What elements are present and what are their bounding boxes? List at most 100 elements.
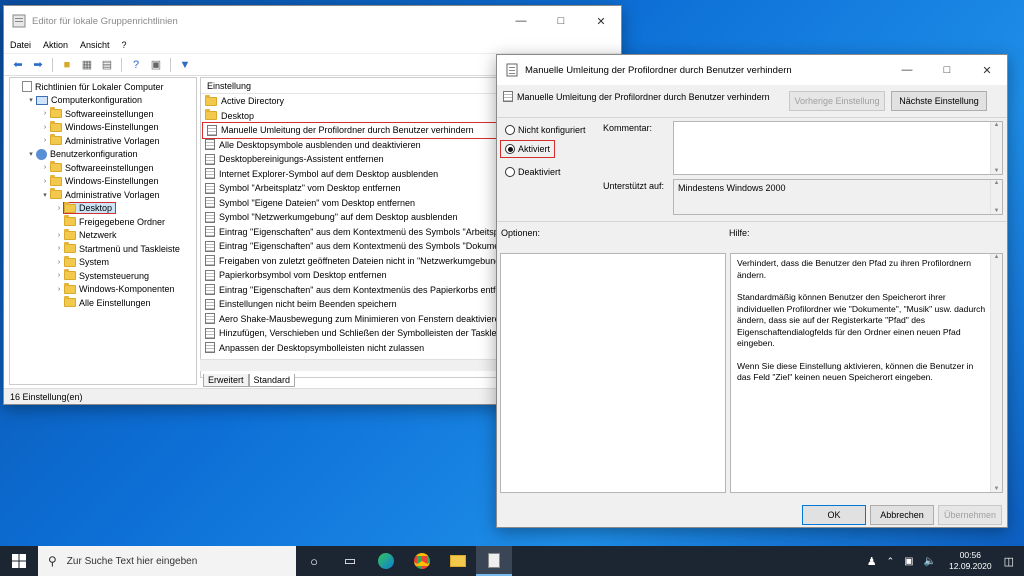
previous-setting-button[interactable]: Vorherige Einstellung [789, 91, 885, 111]
help-icon[interactable]: ? [128, 57, 144, 73]
chevron-right-icon[interactable]: › [40, 124, 50, 131]
tree-node[interactable]: › Softwareeinstellungen [10, 107, 196, 121]
properties-icon[interactable]: ▣ [148, 57, 164, 73]
setting-row[interactable]: Aero Shake-Mausbewegung zum Minimieren v… [201, 312, 499, 327]
next-setting-button[interactable]: Nächste Einstellung [891, 91, 987, 111]
chevron-up-icon[interactable]: ⌃ [887, 556, 895, 567]
gpedit-titlebar[interactable]: Editor für lokale Gruppenrichtlinien — □… [4, 6, 621, 36]
tree-node[interactable]: Richtlinien für Lokaler Computer [10, 80, 196, 94]
radio-disabled[interactable]: Deaktiviert [505, 167, 561, 177]
setting-row[interactable]: Desktopbereinigungs-Assistent entfernen [201, 152, 499, 167]
back-arrow-icon[interactable]: ⬅ [10, 57, 26, 73]
comment-textarea[interactable]: ▲ ▼ [673, 121, 1003, 175]
network-icon[interactable]: ▣ [904, 556, 913, 567]
tab-standard[interactable]: Standard [248, 374, 296, 387]
close-button[interactable]: ✕ [581, 6, 621, 36]
help-scrollbar[interactable]: ▲ ▼ [990, 254, 1002, 492]
ok-button[interactable]: OK [802, 505, 866, 525]
cancel-button[interactable]: Abbrechen [870, 505, 934, 525]
up-folder-icon[interactable]: ■ [59, 57, 75, 73]
minimize-button[interactable]: — [501, 6, 541, 36]
tree-node[interactable]: › Softwareeinstellungen [10, 161, 196, 175]
menu-ansicht[interactable]: Ansicht [80, 40, 110, 50]
setting-row[interactable]: Eintrag "Eigenschaften" aus dem Kontextm… [201, 239, 499, 254]
chevron-right-icon[interactable]: › [54, 232, 64, 239]
tree-node[interactable]: › Administrative Vorlagen [10, 134, 196, 148]
setting-row[interactable]: Papierkorbsymbol vom Desktop entfernen [201, 268, 499, 283]
setting-row[interactable]: Einstellungen nicht beim Beenden speiche… [201, 297, 499, 312]
maximize-button[interactable]: □ [541, 6, 581, 36]
notification-icon[interactable]: ◫ [1004, 555, 1014, 568]
setting-row[interactable]: Eintrag "Eigenschaften" aus dem Kontextm… [201, 225, 499, 240]
tree-node[interactable]: › Systemsteuerung [10, 269, 196, 283]
tree-node[interactable]: › Windows-Komponenten [10, 282, 196, 297]
menu-datei[interactable]: Datei [10, 40, 31, 50]
setting-row[interactable]: Symbol "Arbeitsplatz" vom Desktop entfer… [201, 181, 499, 196]
minimize-button[interactable]: — [887, 55, 927, 85]
chevron-right-icon[interactable]: › [40, 178, 50, 185]
dialog-heading: Manuelle Umleitung der Profilordner durc… [517, 91, 770, 102]
setting-row[interactable]: Internet Explorer-Symbol auf dem Desktop… [201, 167, 499, 182]
tree-node[interactable]: › Netzwerk [10, 228, 196, 243]
gpedit-taskbar-icon[interactable] [476, 546, 512, 576]
tree-node[interactable]: Alle Einstellungen [10, 296, 196, 310]
taskbar-search[interactable]: ⚲ Zur Suche Text hier eingeben [38, 546, 296, 576]
horizontal-scrollbar[interactable] [200, 359, 500, 371]
maximize-button[interactable]: □ [927, 55, 967, 85]
chevron-right-icon[interactable]: › [40, 164, 50, 171]
chrome-icon[interactable] [404, 546, 440, 576]
start-button[interactable] [0, 546, 38, 576]
comment-scrollbar[interactable]: ▲ ▼ [990, 122, 1002, 174]
tree-node[interactable]: › Startmenü und Taskleiste [10, 242, 196, 256]
tree-node[interactable]: ▾ Computerkonfiguration [10, 94, 196, 108]
people-icon[interactable]: ♟ [867, 555, 877, 568]
file-explorer-icon[interactable] [440, 546, 476, 576]
forward-arrow-icon[interactable]: ➡ [30, 57, 46, 73]
tree-node[interactable]: › Windows-Einstellungen [10, 120, 196, 135]
chevron-right-icon[interactable]: › [40, 110, 50, 117]
chevron-right-icon[interactable]: › [54, 205, 64, 212]
setting-row[interactable]: Anpassen der Desktopsymbolleisten nicht … [201, 341, 499, 356]
export-list-icon[interactable]: ▤ [99, 57, 115, 73]
tree-node[interactable]: › System [10, 255, 196, 270]
chevron-down-icon[interactable]: ▾ [26, 96, 36, 104]
tree-node[interactable]: › Windows-Einstellungen [10, 174, 196, 189]
chevron-right-icon[interactable]: › [54, 259, 64, 266]
tree-node[interactable]: ▾ Administrative Vorlagen [10, 188, 196, 202]
tree-node[interactable]: ▾ Benutzerkonfiguration [10, 148, 196, 162]
setting-row[interactable]: Symbol "Eigene Dateien" vom Desktop entf… [201, 196, 499, 211]
volume-icon[interactable]: 🔈 [924, 556, 936, 567]
chevron-right-icon[interactable]: › [54, 286, 64, 293]
setting-row[interactable]: Symbol "Netzwerkumgebung" auf dem Deskto… [201, 210, 499, 225]
supported-scrollbar[interactable]: ▲ ▼ [990, 180, 1002, 214]
chevron-right-icon[interactable]: › [54, 245, 64, 252]
tree-node[interactable]: Freigegebene Ordner [10, 215, 196, 229]
chevron-right-icon[interactable]: › [40, 137, 50, 144]
clock[interactable]: 00:56 12.09.2020 [949, 550, 992, 572]
edge-icon[interactable] [368, 546, 404, 576]
filter-icon[interactable]: ▼ [177, 57, 193, 73]
setting-row[interactable]: Hinzufügen, Verschieben und Schließen de… [201, 326, 499, 341]
column-header-einstellung[interactable]: Einstellung [201, 78, 499, 94]
chevron-down-icon[interactable]: ▾ [40, 191, 50, 199]
menu-help[interactable]: ? [122, 40, 127, 50]
setting-row[interactable]: Eintrag "Eigenschaften" aus dem Kontextm… [201, 283, 499, 298]
tree-node[interactable]: › Desktop [10, 201, 196, 216]
cortana-icon[interactable]: ○ [296, 546, 332, 576]
setting-row[interactable]: Manuelle Umleitung der Profilordner durc… [202, 122, 498, 139]
close-button[interactable]: ✕ [967, 55, 1007, 85]
show-tree-icon[interactable]: ▦ [79, 57, 95, 73]
chevron-right-icon[interactable]: › [54, 272, 64, 279]
tab-erweitert[interactable]: Erweitert [203, 374, 249, 387]
task-view-icon[interactable]: ▭ [332, 546, 368, 576]
setting-row[interactable]: Desktop [201, 109, 499, 124]
chevron-down-icon[interactable]: ▾ [26, 150, 36, 158]
menu-aktion[interactable]: Aktion [43, 40, 68, 50]
dialog-titlebar[interactable]: Manuelle Umleitung der Profilordner durc… [497, 55, 1007, 85]
setting-row[interactable]: Freigaben von zuletzt geöffneten Dateien… [201, 254, 499, 269]
radio-enabled[interactable]: Aktiviert [499, 140, 556, 158]
setting-row[interactable]: Active Directory [201, 94, 499, 109]
setting-row[interactable]: Alle Desktopsymbole ausblenden und deakt… [201, 138, 499, 153]
radio-not-configured[interactable]: Nicht konfiguriert [505, 125, 586, 135]
apply-button[interactable]: Übernehmen [938, 505, 1002, 525]
